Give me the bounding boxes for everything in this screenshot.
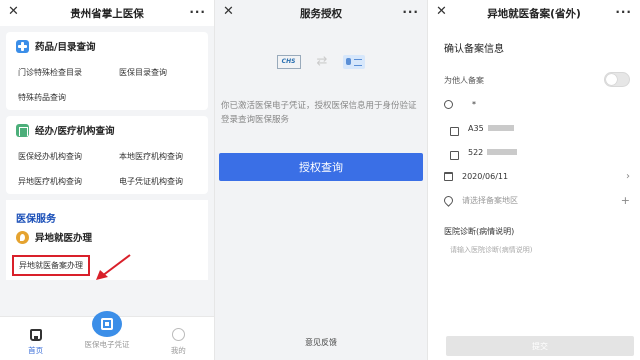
section-title: 医保服务 xyxy=(6,194,208,225)
remote-title: 异地就医办理 xyxy=(35,233,93,244)
menu-item[interactable]: 医保目录查询 xyxy=(107,60,208,85)
calendar-icon xyxy=(444,171,453,181)
name-row: * xyxy=(428,92,640,116)
diagnosis-input[interactable]: 请输入医院诊断(病情说明) xyxy=(428,237,640,255)
close-icon[interactable]: ✕ xyxy=(8,4,19,19)
plus-icon: + xyxy=(620,193,630,207)
drug-catalog-card: 药品/目录查询 门诊特殊检查目录 医保目录查询 特殊药品查询 xyxy=(6,32,208,110)
auth-description: 你已激活医保电子凭证，授权医保信息用于身份验证登录查询医保服务 xyxy=(221,101,417,125)
menu-item[interactable]: 电子凭证机构查询 xyxy=(107,169,208,194)
menu-item[interactable]: 异地医疗机构查询 xyxy=(6,169,107,194)
close-icon[interactable]: ✕ xyxy=(223,4,234,19)
top-bar: ✕ 异地就医备案(省外) ··· xyxy=(428,0,640,26)
card-title: 经办/医疗机构查询 xyxy=(35,126,115,137)
auth-logos: CHS ⇄ xyxy=(215,54,427,69)
screen-remote-filing: ✕ 异地就医备案(省外) ··· 确认备案信息 为他人备案 * A35 522 … xyxy=(427,0,640,360)
screen-authorization: ✕ 服务授权 ··· CHS ⇄ 你已激活医保电子凭证，授权医保信息用于身份验证… xyxy=(214,0,427,360)
page-title: 贵州省掌上医保 xyxy=(70,7,144,20)
nav-qr[interactable]: 医保电子凭证 xyxy=(71,311,142,360)
institution-card: 经办/医疗机构查询 医保经办机构查询 本地医疗机构查询 异地医疗机构查询 电子凭… xyxy=(6,116,208,194)
date-value: 2020/06/11 xyxy=(462,171,509,181)
phone-value: 522 xyxy=(468,147,484,157)
section-title: 确认备案信息 xyxy=(444,44,504,55)
menu-item[interactable]: 门诊特殊检查目录 xyxy=(6,60,107,85)
card-title: 药品/目录查询 xyxy=(35,42,96,53)
red-arrow-icon xyxy=(96,254,131,280)
location-icon xyxy=(442,193,455,207)
area-placeholder: 请选择备案地区 xyxy=(462,195,518,205)
date-row[interactable]: 2020/06/11 › xyxy=(428,164,640,188)
close-icon[interactable]: ✕ xyxy=(436,4,447,19)
qr-code-icon xyxy=(91,311,122,337)
user-icon xyxy=(171,328,185,341)
id-value: A35 xyxy=(468,123,484,133)
swap-icon: ⇄ xyxy=(316,54,328,69)
chevron-right-icon: › xyxy=(626,170,630,182)
menu-item[interactable]: 本地医疗机构查询 xyxy=(107,144,208,169)
menu-item[interactable]: 特殊药品查询 xyxy=(6,85,107,110)
remote-filing-button[interactable]: 异地就医备案办理 xyxy=(12,254,90,276)
submit-button[interactable]: 提交 xyxy=(446,336,634,356)
nav-label: 首页 xyxy=(28,346,44,355)
nav-label: 我的 xyxy=(170,346,186,355)
id-card-icon xyxy=(343,54,366,69)
more-icon[interactable]: ··· xyxy=(615,5,632,19)
feedback-link[interactable]: 意见反馈 xyxy=(215,337,427,348)
medicine-icon xyxy=(16,39,29,53)
for-other-toggle[interactable] xyxy=(604,72,630,87)
authorize-button[interactable]: 授权查询 xyxy=(219,153,423,181)
redaction xyxy=(487,125,514,131)
top-bar: ✕ 服务授权 ··· xyxy=(215,0,427,26)
more-icon[interactable]: ··· xyxy=(189,5,206,19)
top-bar: ✕ 贵州省掌上医保 ··· xyxy=(0,0,214,26)
phone-icon xyxy=(450,150,459,160)
for-other-label: 为他人备案 xyxy=(444,75,484,85)
bottom-nav: 首页 医保电子凭证 我的 xyxy=(0,311,214,360)
menu-item[interactable]: 医保经办机构查询 xyxy=(6,144,107,169)
phone-row: 522 xyxy=(428,140,640,164)
chs-logo: CHS xyxy=(276,54,301,69)
id-card-icon xyxy=(450,126,459,136)
screen-home: ✕ 贵州省掌上医保 ··· 药品/目录查询 门诊特殊检查目录 医保目录查询 特殊… xyxy=(0,0,214,360)
page-title: 异地就医备案(省外) xyxy=(487,7,581,20)
page-title: 服务授权 xyxy=(300,7,342,20)
nav-label: 医保电子凭证 xyxy=(84,340,130,349)
remote-header: 异地就医办理 xyxy=(6,224,208,250)
diagnosis-label: 医院诊断(病情说明) xyxy=(444,227,515,236)
location-icon xyxy=(16,230,29,244)
nav-home[interactable]: 首页 xyxy=(0,317,71,360)
more-icon[interactable]: ··· xyxy=(402,5,419,19)
card-header: 经办/医疗机构查询 xyxy=(6,116,208,144)
home-icon xyxy=(29,329,42,341)
redaction xyxy=(487,149,518,155)
name-value: * xyxy=(472,99,476,109)
nav-me[interactable]: 我的 xyxy=(143,317,214,360)
card-header: 药品/目录查询 xyxy=(6,32,208,60)
person-icon xyxy=(444,99,453,109)
for-other-row: 为他人备案 xyxy=(428,68,640,92)
area-row[interactable]: 请选择备案地区 + xyxy=(428,188,640,212)
building-icon xyxy=(16,123,29,137)
id-row: A35 xyxy=(428,116,640,140)
